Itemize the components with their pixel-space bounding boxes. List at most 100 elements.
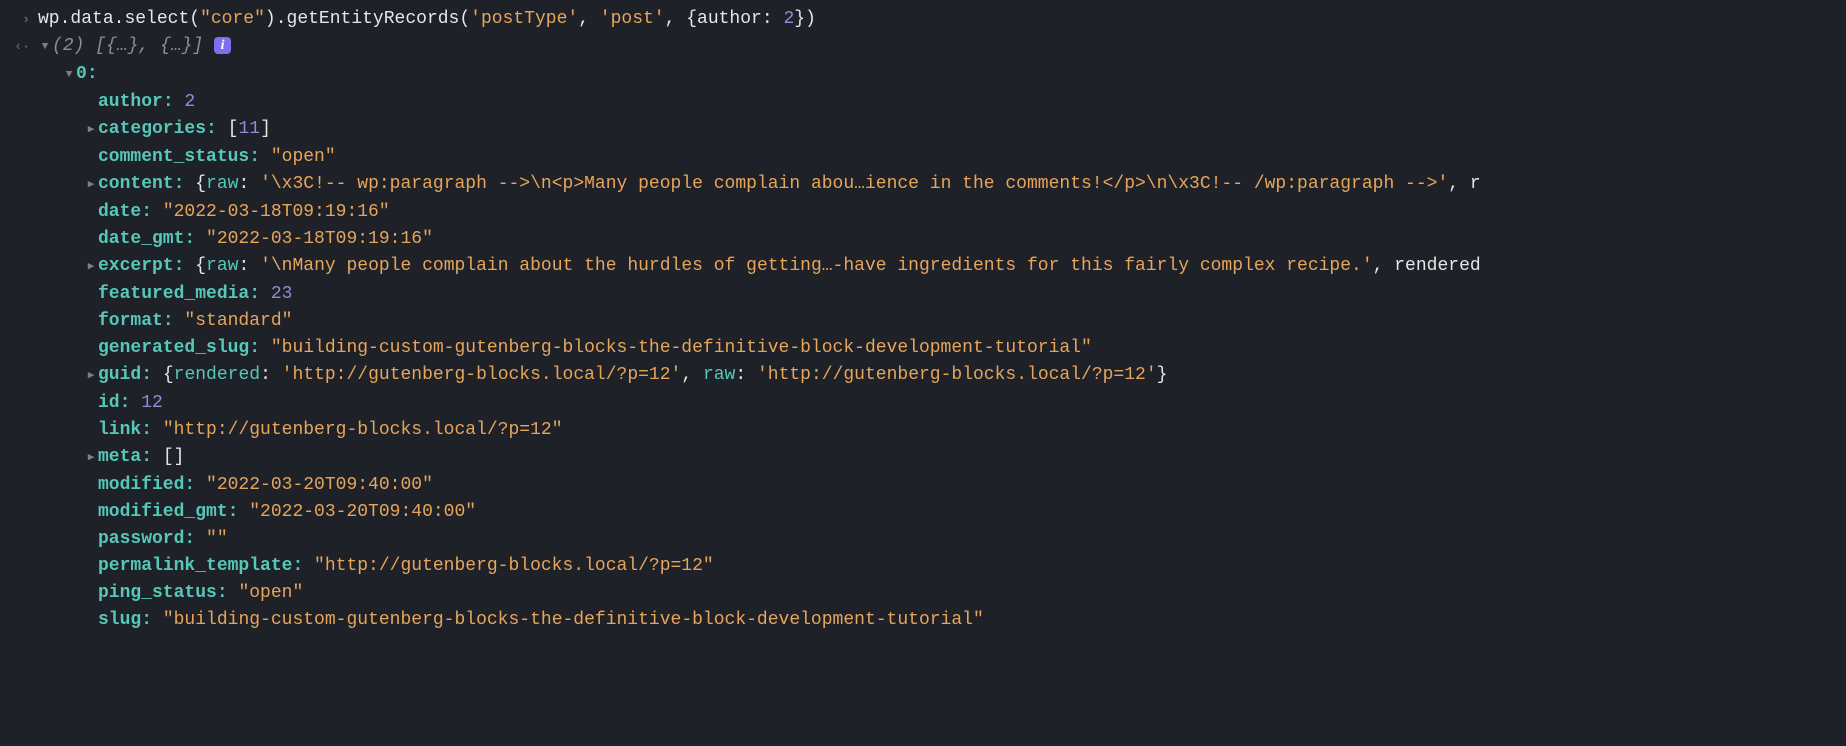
property-row-generated-slug[interactable]: generated_slug: "building-custom-gutenbe… <box>0 335 1846 362</box>
bracket: ] <box>260 119 271 139</box>
nested-key: raw <box>206 174 238 194</box>
property-row-link[interactable]: link: "http://gutenberg-blocks.local/?p=… <box>0 417 1846 444</box>
property-key: excerpt <box>98 256 174 276</box>
bracket: { <box>195 256 206 276</box>
nested-key: raw <box>206 256 238 276</box>
property-value: "building-custom-gutenberg-blocks-the-de… <box>271 338 1092 358</box>
property-value: 23 <box>271 284 293 304</box>
property-key: generated_slug <box>98 338 249 358</box>
property-key: slug <box>98 610 141 630</box>
console-input-row[interactable]: › wp.data.select("core").getEntityRecord… <box>0 6 1846 33</box>
code-token: getEntityRecords <box>287 9 460 29</box>
property-row-meta[interactable]: meta: [] <box>0 444 1846 472</box>
property-row-permalink-template[interactable]: permalink_template: "http://gutenberg-bl… <box>0 553 1846 580</box>
property-value: "" <box>206 529 228 549</box>
expand-toggle-icon[interactable] <box>84 254 98 281</box>
code-token: . <box>114 9 125 29</box>
result-summary[interactable]: (2) [{…}, {…}] i <box>38 33 1846 61</box>
code-token: } <box>794 9 805 29</box>
property-key: content <box>98 174 174 194</box>
property-row-modified[interactable]: modified: "2022-03-20T09:40:00" <box>0 472 1846 499</box>
property-key: modified_gmt <box>98 502 228 522</box>
nested-key: raw <box>703 365 735 385</box>
console-input[interactable]: wp.data.select("core").getEntityRecords(… <box>38 6 1846 33</box>
expand-toggle-icon[interactable] <box>62 62 76 89</box>
property-row-comment-status[interactable]: comment_status: "open" <box>0 144 1846 171</box>
nested-key: rendered <box>174 365 260 385</box>
expand-toggle-icon[interactable] <box>84 445 98 472</box>
array-preview: [{…}, {…}] <box>84 36 214 56</box>
code-token: author <box>697 9 762 29</box>
comma: , <box>681 365 703 385</box>
property-value: "http://gutenberg-blocks.local/?p=12" <box>314 556 714 576</box>
code-token: { <box>686 9 697 29</box>
property-key: categories <box>98 119 206 139</box>
code-token: ) <box>265 9 276 29</box>
property-value: 11 <box>238 119 260 139</box>
input-prompt-icon: › <box>0 6 38 33</box>
property-key: featured_media <box>98 284 249 304</box>
property-value: "2022-03-18T09:19:16" <box>206 229 433 249</box>
code-token: , <box>578 9 600 29</box>
property-row-date-gmt[interactable]: date_gmt: "2022-03-18T09:19:16" <box>0 226 1846 253</box>
expand-toggle-icon[interactable] <box>38 34 52 61</box>
property-row-format[interactable]: format: "standard" <box>0 308 1846 335</box>
code-token: 'postType' <box>470 9 578 29</box>
bracket: } <box>1157 365 1168 385</box>
property-value: [] <box>163 447 185 467</box>
property-key: author <box>98 92 163 112</box>
property-row-slug[interactable]: slug: "building-custom-gutenberg-blocks-… <box>0 607 1846 634</box>
array-index: 0 <box>76 64 87 84</box>
expand-toggle-icon[interactable] <box>84 117 98 144</box>
bracket: { <box>195 174 206 194</box>
property-value: 12 <box>141 393 163 413</box>
property-key: link <box>98 420 141 440</box>
truncated-trail: , r <box>1448 174 1480 194</box>
code-token: data <box>70 9 113 29</box>
code-token: ( <box>459 9 470 29</box>
property-value: '\x3C!-- wp:paragraph -->\n<p>Many peopl… <box>260 174 1448 194</box>
property-row-date[interactable]: date: "2022-03-18T09:19:16" <box>0 199 1846 226</box>
console-result-row[interactable]: ‹· (2) [{…}, {…}] i <box>0 33 1846 61</box>
code-token: select <box>124 9 189 29</box>
code-token: ( <box>189 9 200 29</box>
code-token: 'post' <box>600 9 665 29</box>
property-value: 2 <box>184 92 195 112</box>
property-row-modified-gmt[interactable]: modified_gmt: "2022-03-20T09:40:00" <box>0 499 1846 526</box>
code-token: wp <box>38 9 60 29</box>
code-token: , <box>665 9 687 29</box>
property-row-author[interactable]: author: 2 <box>0 89 1846 116</box>
code-token: ) <box>805 9 816 29</box>
property-key: id <box>98 393 120 413</box>
array-item-row[interactable]: 0: <box>0 61 1846 89</box>
info-icon[interactable]: i <box>214 37 231 54</box>
property-row-excerpt[interactable]: excerpt: {raw: '\nMany people complain a… <box>0 253 1846 281</box>
property-key: password <box>98 529 184 549</box>
code-token: . <box>60 9 71 29</box>
bracket: { <box>163 365 174 385</box>
property-value: "standard" <box>184 311 292 331</box>
code-token: : <box>762 9 784 29</box>
bracket: [ <box>228 119 239 139</box>
property-key: modified <box>98 475 184 495</box>
property-row-id[interactable]: id: 12 <box>0 390 1846 417</box>
property-row-ping-status[interactable]: ping_status: "open" <box>0 580 1846 607</box>
property-row-featured-media[interactable]: featured_media: 23 <box>0 281 1846 308</box>
expand-toggle-icon[interactable] <box>84 172 98 199</box>
property-row-content[interactable]: content: {raw: '\x3C!-- wp:paragraph -->… <box>0 171 1846 199</box>
property-value: "building-custom-gutenberg-blocks-the-de… <box>163 610 984 630</box>
property-row-guid[interactable]: guid: {rendered: 'http://gutenberg-block… <box>0 362 1846 390</box>
property-row-password[interactable]: password: "" <box>0 526 1846 553</box>
property-row-categories[interactable]: categories: [11] <box>0 116 1846 144</box>
property-key: permalink_template <box>98 556 292 576</box>
property-key: date <box>98 202 141 222</box>
truncated-trail: , rendered <box>1373 256 1481 276</box>
output-caret-icon: ‹· <box>0 33 38 60</box>
property-key: format <box>98 311 163 331</box>
expand-toggle-icon[interactable] <box>84 363 98 390</box>
code-token: "core" <box>200 9 265 29</box>
property-value: "2022-03-20T09:40:00" <box>249 502 476 522</box>
property-value: "2022-03-18T09:19:16" <box>163 202 390 222</box>
array-length: (2) <box>52 36 84 56</box>
property-key: meta <box>98 447 141 467</box>
